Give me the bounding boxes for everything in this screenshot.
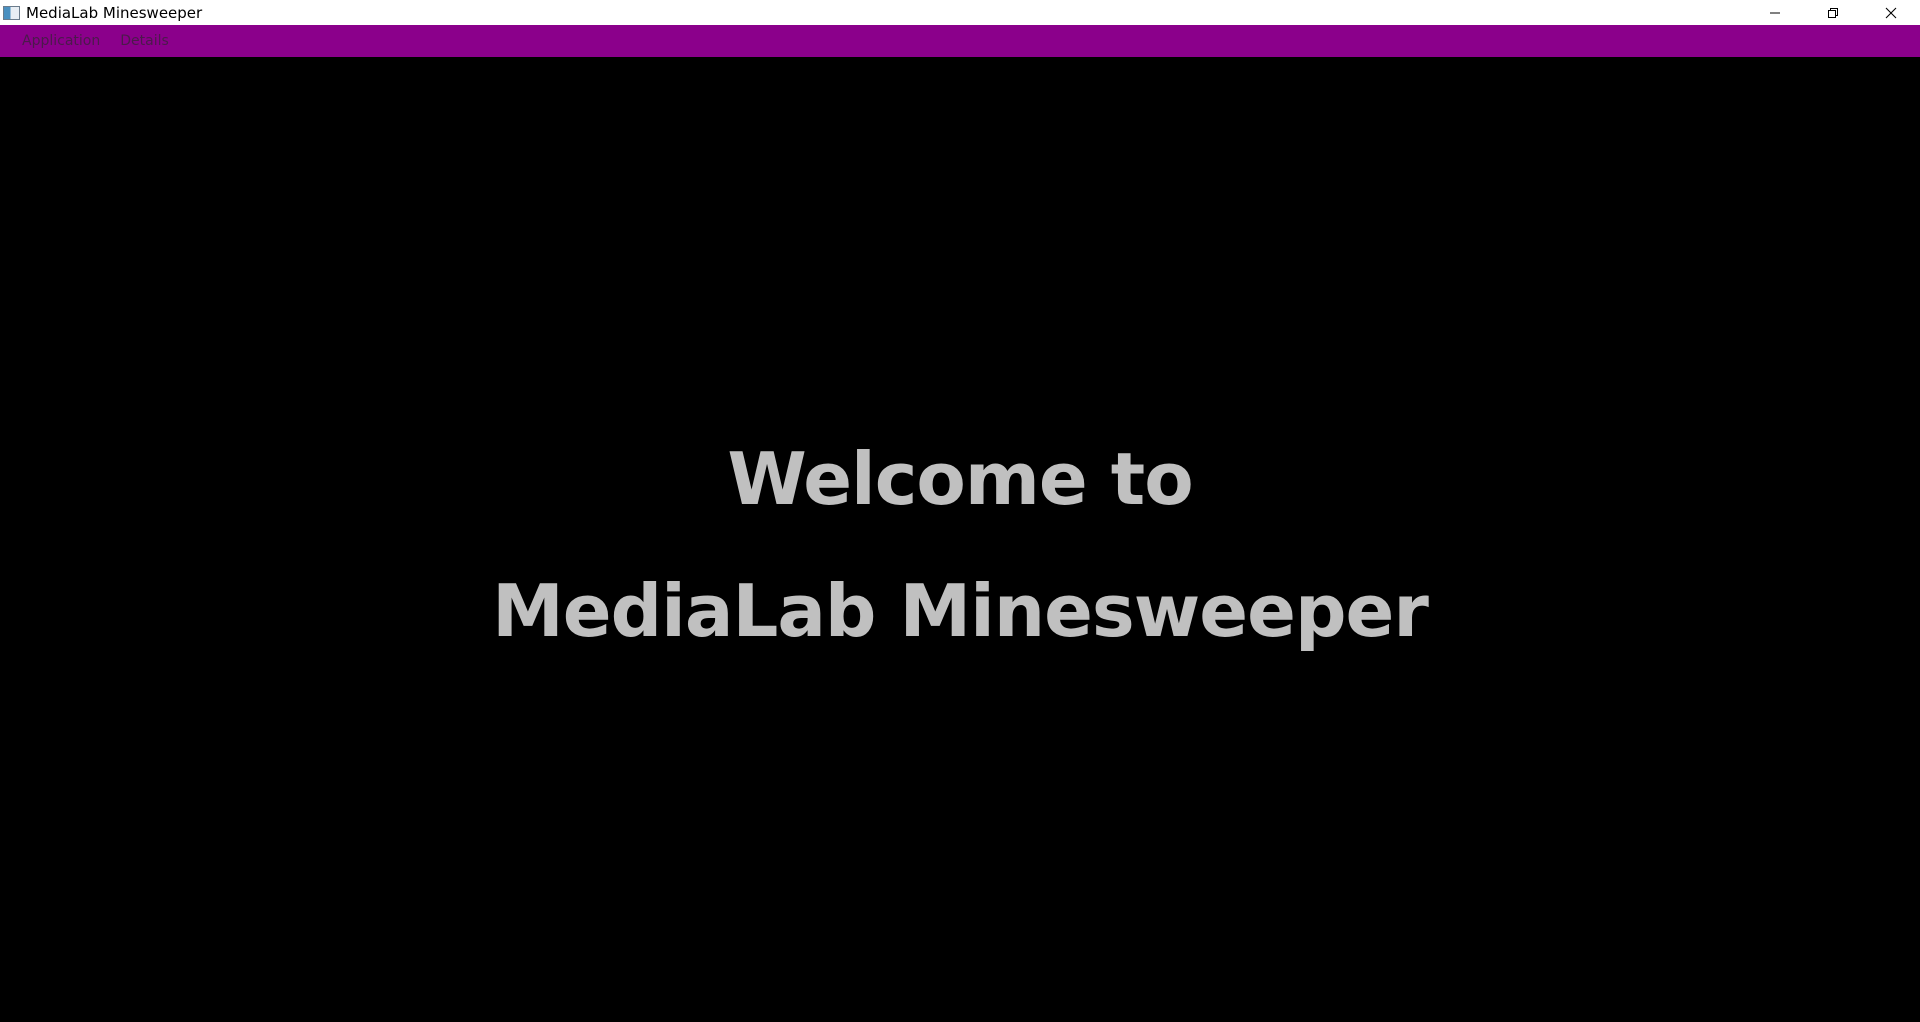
- window-controls: [1746, 0, 1920, 25]
- restore-button[interactable]: [1804, 0, 1862, 25]
- window-title: MediaLab Minesweeper: [26, 3, 203, 22]
- close-icon: [1885, 7, 1897, 18]
- welcome-heading-line1: Welcome to: [727, 437, 1193, 521]
- window-titlebar[interactable]: MediaLab Minesweeper: [0, 0, 1920, 25]
- menu-details[interactable]: Details: [110, 25, 179, 57]
- restore-icon: [1828, 7, 1838, 18]
- menu-bar: Application Details: [0, 25, 1920, 57]
- welcome-heading-line2: MediaLab Minesweeper: [492, 569, 1429, 653]
- minimize-icon: [1770, 12, 1780, 13]
- menu-application[interactable]: Application: [12, 25, 110, 57]
- app-icon: [3, 5, 20, 20]
- close-button[interactable]: [1862, 0, 1920, 25]
- minimize-button[interactable]: [1746, 0, 1804, 25]
- main-content: Welcome to MediaLab Minesweeper: [0, 57, 1920, 1022]
